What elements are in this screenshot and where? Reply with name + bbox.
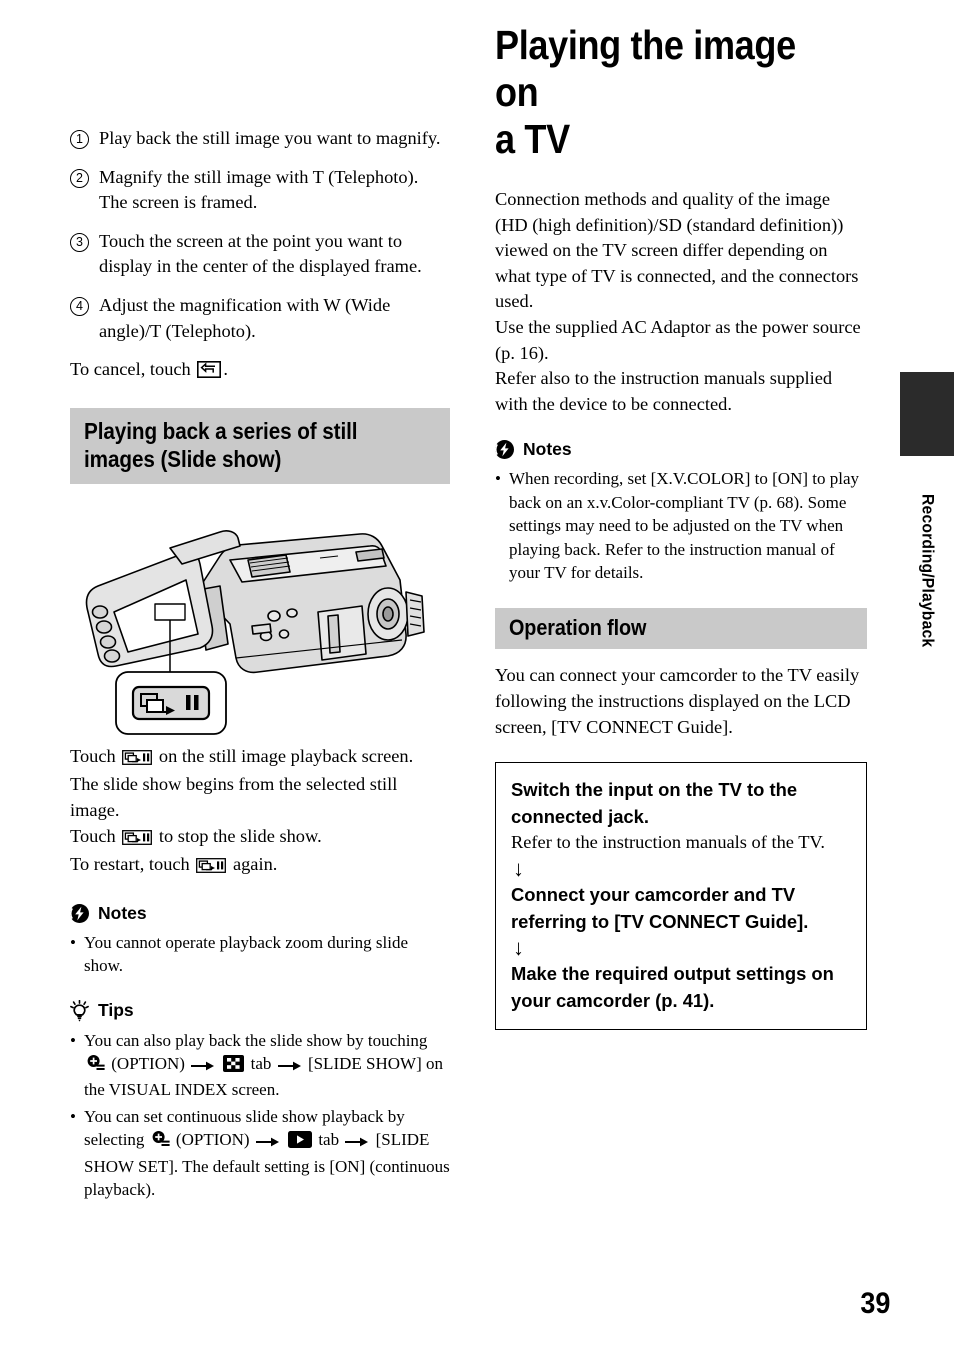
step-number-4: 4 [70, 296, 89, 316]
option-icon [86, 1054, 105, 1078]
note-item: • You cannot operate playback zoom during… [70, 931, 450, 978]
intro-paragraph: Connection methods and quality of the im… [495, 189, 859, 312]
tips-heading: Tips [70, 999, 450, 1022]
operation-flow-steps: Switch the input on the TV to the connec… [511, 776, 851, 1014]
flow-step-subtext: Refer to the instruction manuals of the … [511, 832, 825, 853]
checkered-tab-icon [223, 1054, 245, 1078]
arrow-right-icon [255, 1131, 280, 1154]
arrow-right-icon [345, 1131, 369, 1154]
bullet-dot: • [70, 932, 76, 952]
camcorder-lcd-illustration [70, 494, 450, 744]
tip-item: • You can also play back the slide show b… [70, 1029, 450, 1102]
bullet-dot: • [70, 1106, 76, 1126]
left-column: 1 Play back the still image you want to m… [69, 126, 450, 1204]
tips-label: Tips [98, 1000, 134, 1021]
notes-lightning-icon [69, 903, 89, 923]
step-number-3: 3 [70, 232, 89, 252]
flow-down-arrow-icon: ↓ [513, 934, 524, 960]
callout-bubble [115, 670, 227, 735]
flow-step-title: Switch the input on the TV to the connec… [511, 779, 798, 828]
intro-paragraphs: Connection methods and quality of the im… [495, 187, 867, 417]
notes-label-left: Notes [98, 902, 147, 923]
numbered-steps-list: 1 Play back the still image you want to m… [70, 126, 450, 344]
step-text: Play back the still image you want to ma… [99, 128, 441, 148]
intro-paragraph: Refer also to the instruction manuals su… [495, 368, 833, 414]
numbered-step: 1 Play back the still image you want to m… [70, 126, 450, 152]
operation-flow-intro: You can connect your camcorder to the TV… [495, 665, 860, 737]
slideshow-icon [122, 827, 153, 853]
side-tab-text: Recording/Playback [918, 494, 937, 648]
flow-step-title: Connect your camcorder and TV referring … [511, 883, 809, 932]
arrow-right-icon [277, 1055, 302, 1078]
notes-label-right: Notes [523, 439, 572, 460]
note-item: • When recording, set [X.V.COLOR] to [ON]… [495, 467, 867, 584]
instruction-line: Touch to stop the slide show. [70, 824, 450, 853]
instruction-line: To restart, touch again. [70, 852, 450, 881]
notes-lightning-icon [494, 440, 514, 460]
intro-paragraph: Use the supplied AC Adaptor as the power… [495, 316, 861, 363]
page-number: 39 [859, 1287, 890, 1320]
notes-heading-left: Notes [69, 902, 450, 924]
step-text: Touch the screen at the point you want t… [99, 230, 422, 277]
numbered-step: 3 Touch the screen at the point you want … [70, 229, 450, 280]
cancel-instruction: To cancel, touch . [70, 357, 450, 386]
bullet-dot: • [495, 469, 501, 489]
side-tab-block [900, 372, 954, 456]
tips-lightbulb-icon [70, 999, 89, 1022]
section-heading-text: Playing back a series of still images (S… [84, 417, 358, 472]
option-icon [151, 1131, 170, 1154]
step-text: Magnify the still image with T (Telephot… [99, 166, 419, 213]
bullet-text: When recording, set [X.V.COLOR] to [ON] … [509, 469, 860, 582]
tips-list: • You can also play back the slide show b… [70, 1029, 450, 1202]
bullet-text: You can also play back the slide show by… [84, 1030, 443, 1100]
cancel-text-before: To cancel, touch [70, 359, 196, 380]
flow-step-title: Make the required output settings on you… [511, 962, 834, 1011]
flow-down-arrow-icon: ↓ [513, 855, 524, 881]
instruction-line: The slide show begins from the selected … [70, 774, 398, 820]
bullet-text: You can set continuous slide show playba… [84, 1106, 450, 1199]
step-number-2: 2 [70, 168, 89, 188]
step-number-1: 1 [70, 130, 89, 149]
page-title: Playing the image on a TV [495, 22, 796, 162]
section-heading-operation-flow: Operation flow [495, 608, 867, 650]
cancel-text-after: . [223, 359, 228, 380]
operation-flow-heading-text: Operation flow [509, 615, 647, 641]
bullet-dot: • [70, 1030, 76, 1050]
return-arrow-icon [197, 360, 222, 386]
slide-show-instructions: Touch on the still image playback screen… [70, 744, 450, 881]
side-tab-label: Recording/Playback [900, 456, 954, 686]
right-column: Playing the image on a TV Connection met… [494, 22, 867, 1030]
numbered-step: 2 Magnify the still image with T (Telepho… [70, 165, 450, 216]
slideshow-icon [122, 747, 153, 773]
notes-list-right: • When recording, set [X.V.COLOR] to [ON]… [495, 467, 867, 584]
play-tab-icon [288, 1131, 313, 1154]
slideshow-icon [196, 855, 227, 881]
tip-item: • You can set continuous slide show playb… [70, 1105, 450, 1202]
step-text: Adjust the magnification with W (Wide an… [99, 294, 391, 341]
instruction-line: Touch on the still image playback screen… [70, 744, 450, 773]
bullet-text: You cannot operate playback zoom during … [84, 932, 409, 976]
manual-page: 1 Play back the still image you want to m… [0, 0, 954, 1357]
notes-list-left: • You cannot operate playback zoom during… [70, 931, 450, 978]
notes-heading-right: Notes [494, 439, 867, 460]
arrow-right-icon [191, 1055, 215, 1078]
operation-flow-box: Switch the input on the TV to the connec… [495, 762, 867, 1030]
numbered-step: 4 Adjust the magnification with W (Wide a… [70, 293, 450, 344]
section-heading-slide-show: Playing back a series of still images (S… [70, 407, 450, 484]
